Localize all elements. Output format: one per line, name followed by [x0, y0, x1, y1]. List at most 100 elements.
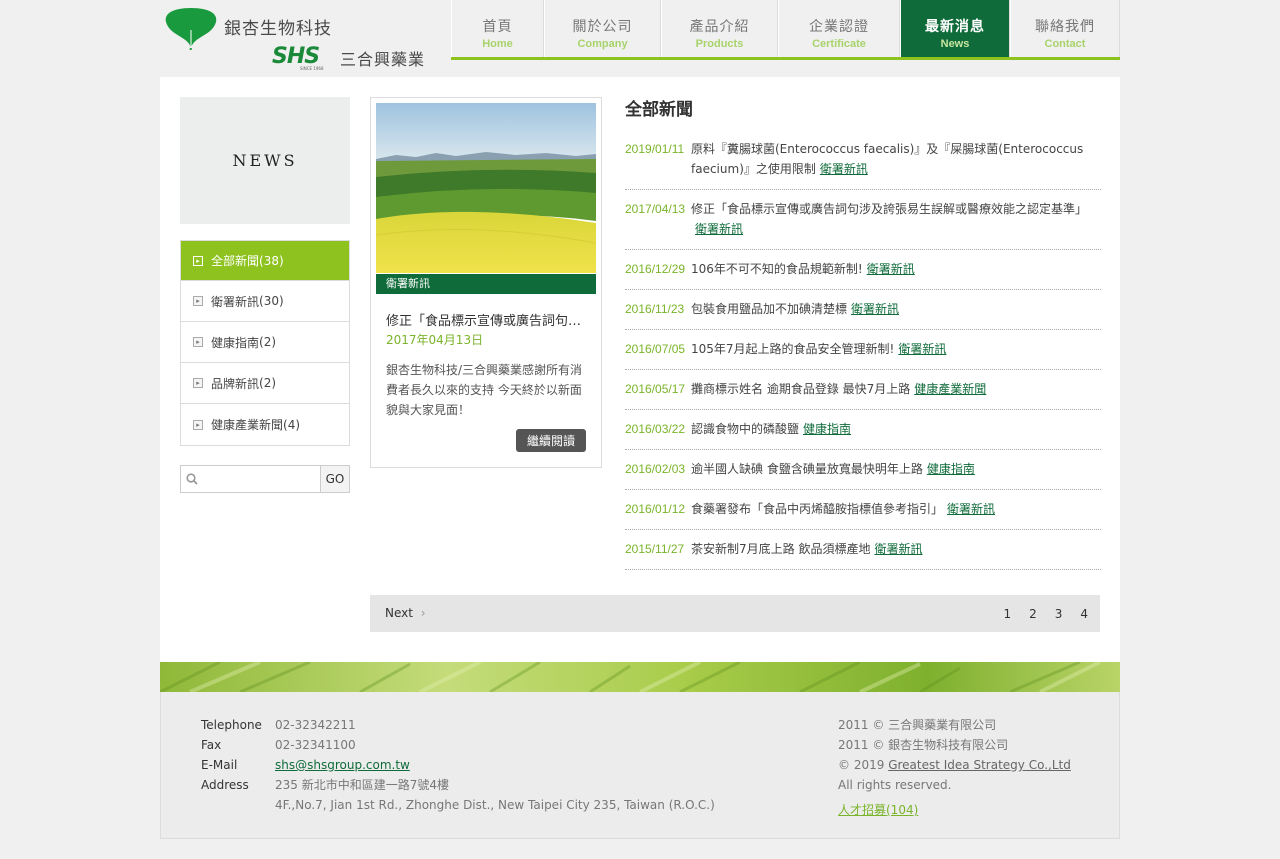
news-date: 2016/11/23 [625, 302, 685, 316]
news-banner: NEWS [180, 97, 350, 224]
page-link[interactable]: 1 [1003, 607, 1011, 621]
field-landscape-image [376, 103, 596, 273]
brand-name-top: 銀杏生物科技 [224, 19, 332, 39]
contact-address-en: 4F.,No.7, Jian 1st Rd., Zhonghe Dist., N… [201, 795, 715, 815]
news-category-link[interactable]: 衛署新訊 [898, 342, 946, 356]
page-link[interactable]: 4 [1080, 607, 1088, 621]
news-item: 2016/11/23 包裝食用鹽品加不加碘清楚標 衛署新訊 [625, 290, 1101, 330]
nav-label: 首頁 [482, 19, 513, 35]
news-text: 包裝食用鹽品加不加碘清楚標 衛署新訊 [691, 299, 1101, 319]
copyright-line: 2011 © 三合興藥業有限公司 [838, 718, 997, 732]
contact-value: 02-32341100 [275, 738, 356, 752]
featured-date: 2017年04月13日 [386, 333, 484, 347]
site-footer: Telephone 02-32342211 Fax 02-32341100 E-… [160, 692, 1120, 839]
news-text: 攤商標示姓名 逾期食品登錄 最快7月上路 健康產業新聞 [691, 379, 1101, 399]
nav-news[interactable]: 最新消息 News [900, 0, 1010, 57]
news-date: 2016/02/03 [625, 462, 686, 476]
news-title[interactable]: 包裝食用鹽品加不加碘清楚標 [691, 302, 847, 316]
address-english: 4F.,No.7, Jian 1st Rd., Zhonghe Dist., N… [275, 798, 715, 812]
news-title[interactable]: 茶安新制7月底上路 飲品須標產地 [691, 542, 870, 556]
category-count: (2) [259, 335, 277, 349]
pagination: Next › 1 2 3 4 [370, 595, 1100, 632]
copyright-line: © 2019 Greatest Idea Strategy Co.,Ltd Al… [838, 755, 1078, 795]
page-link[interactable]: 2 [1029, 607, 1037, 621]
news-title[interactable]: 攤商標示姓名 逾期食品登錄 最快7月上路 [691, 382, 910, 396]
nav-contact[interactable]: 聯絡我們 Contact [1010, 0, 1120, 57]
contact-info: Telephone 02-32342211 Fax 02-32341100 E-… [201, 715, 715, 815]
news-list: 2019/01/11 原料『糞腸球菌(Enterococcus faecalis)… [625, 130, 1101, 570]
news-title[interactable]: 原料『糞腸球菌(Enterococcus faecalis)』及『屎腸球菌(En… [691, 142, 1083, 176]
jobs-link[interactable]: 人才招募(104) [838, 800, 918, 820]
news-text: 逾半國人缺碘 食鹽含碘量放寬最快明年上路 健康指南 [691, 459, 1101, 479]
contact-label: Fax [201, 738, 222, 752]
news-category-link[interactable]: 衛署新訊 [820, 162, 868, 176]
search-go-button[interactable]: GO [320, 465, 350, 493]
next-label: Next [385, 606, 413, 620]
arrow-right-icon: ▸ [193, 296, 203, 306]
page-numbers: 1 2 3 4 [1003, 607, 1088, 621]
read-more-button[interactable]: 繼續閱讀 [516, 429, 586, 452]
news-date: 2016/05/17 [625, 382, 686, 396]
logo[interactable]: 銀杏生物科技 SHS SINCE 1968 三合興藥業 [164, 4, 434, 71]
news-date: 2016/07/05 [625, 342, 686, 356]
contact-telephone: Telephone 02-32342211 [201, 715, 715, 735]
nav-label: 關於公司 [572, 19, 633, 35]
featured-title[interactable]: 修正「食品標示宣傳或廣告詞句涉及誇張易生誤解或醫療效能之認定基準」 [386, 310, 594, 329]
main-content: NEWS ▸ 全部新聞 (38) ▸ 衛署新訊 (30) ▸ 健康指南 (2) … [160, 77, 1120, 662]
news-category-link[interactable]: 衛署新訊 [874, 542, 922, 556]
news-title[interactable]: 106年不可不知的食品規範新制! [691, 262, 863, 276]
nav-label-en: News [940, 38, 970, 50]
nav-certificate[interactable]: 企業認證 Certificate [778, 0, 900, 57]
category-brand[interactable]: ▸ 品牌新訊 (2) [181, 363, 349, 404]
news-item: 2016/02/03 逾半國人缺碘 食鹽含碘量放寬最快明年上路 健康指南 [625, 450, 1101, 490]
nav-home[interactable]: 首頁 Home [451, 0, 544, 57]
copyright-suffix: All rights reserved. [838, 778, 952, 792]
nav-products[interactable]: 產品介紹 Products [661, 0, 778, 57]
news-title[interactable]: 105年7月起上路的食品安全管理新制! [691, 342, 894, 356]
category-industry[interactable]: ▸ 健康產業新聞 (4) [181, 404, 349, 445]
category-list: ▸ 全部新聞 (38) ▸ 衛署新訊 (30) ▸ 健康指南 (2) ▸ 品牌新… [180, 240, 350, 446]
nav-label: 最新消息 [925, 19, 985, 35]
news-category-link[interactable]: 健康指南 [927, 462, 975, 476]
contact-label: Telephone [201, 718, 262, 732]
news-item: 2016/05/17 攤商標示姓名 逾期食品登錄 最快7月上路 健康產業新聞 [625, 370, 1101, 410]
featured-news-card: 衛署新訊 修正「食品標示宣傳或廣告詞句涉及誇張易生誤解或醫療效能之認定基準」 2… [370, 97, 602, 468]
copyright-info: 2011 © 三合興藥業有限公司 2011 © 銀杏生物科技有限公司 © 201… [838, 715, 1078, 820]
news-item: 2016/12/29 106年不可不知的食品規範新制! 衛署新訊 [625, 250, 1101, 290]
category-all[interactable]: ▸ 全部新聞 (38) [181, 241, 349, 281]
category-health-guide[interactable]: ▸ 健康指南 (2) [181, 322, 349, 363]
nav-company[interactable]: 關於公司 Company [544, 0, 661, 57]
news-title[interactable]: 食藥署發布「食品中丙烯醯胺指標值參考指引」 [691, 502, 943, 516]
news-category-link[interactable]: 衛署新訊 [695, 222, 743, 236]
news-title[interactable]: 認識食物中的磷酸鹽 [691, 422, 799, 436]
category-health-dept[interactable]: ▸ 衛署新訊 (30) [181, 281, 349, 322]
next-page-link[interactable]: Next › [385, 606, 426, 620]
nav-label: 聯絡我們 [1035, 19, 1095, 35]
ginkgo-leaf-icon [165, 8, 217, 50]
shs-since: SINCE 1968 [300, 66, 324, 71]
featured-category-tag[interactable]: 衛署新訊 [376, 274, 596, 294]
news-category-link[interactable]: 健康產業新聞 [914, 382, 986, 396]
news-date: 2017/04/13 [625, 202, 686, 216]
news-category-link[interactable]: 衛署新訊 [947, 502, 995, 516]
designer-link[interactable]: Greatest Idea Strategy Co.,Ltd [888, 758, 1071, 772]
category-label: 衛署新訊 [211, 294, 260, 309]
news-category-link[interactable]: 衛署新訊 [851, 302, 899, 316]
news-title[interactable]: 逾半國人缺碘 食鹽含碘量放寬最快明年上路 [691, 462, 923, 476]
news-category-link[interactable]: 衛署新訊 [867, 262, 915, 276]
news-item: 2015/11/27 茶安新制7月底上路 飲品須標產地 衛署新訊 [625, 530, 1101, 570]
news-item: 2019/01/11 原料『糞腸球菌(Enterococcus faecalis)… [625, 130, 1101, 190]
search-input[interactable] [181, 466, 320, 492]
grass-image [160, 662, 1120, 692]
page-link[interactable]: 3 [1055, 607, 1063, 621]
search-form: GO [180, 465, 350, 493]
featured-image[interactable] [376, 103, 596, 273]
news-title[interactable]: 修正「食品標示宣傳或廣告詞句涉及誇張易生誤解或醫療效能之認定基準」 [691, 202, 1087, 216]
nav-label-en: Company [577, 38, 628, 50]
arrow-right-icon: ▸ [193, 255, 203, 266]
email-link[interactable]: shs@shsgroup.com.tw [275, 755, 410, 775]
category-count: (4) [283, 417, 301, 432]
news-category-link[interactable]: 健康指南 [803, 422, 851, 436]
news-date: 2019/01/11 [625, 142, 685, 156]
